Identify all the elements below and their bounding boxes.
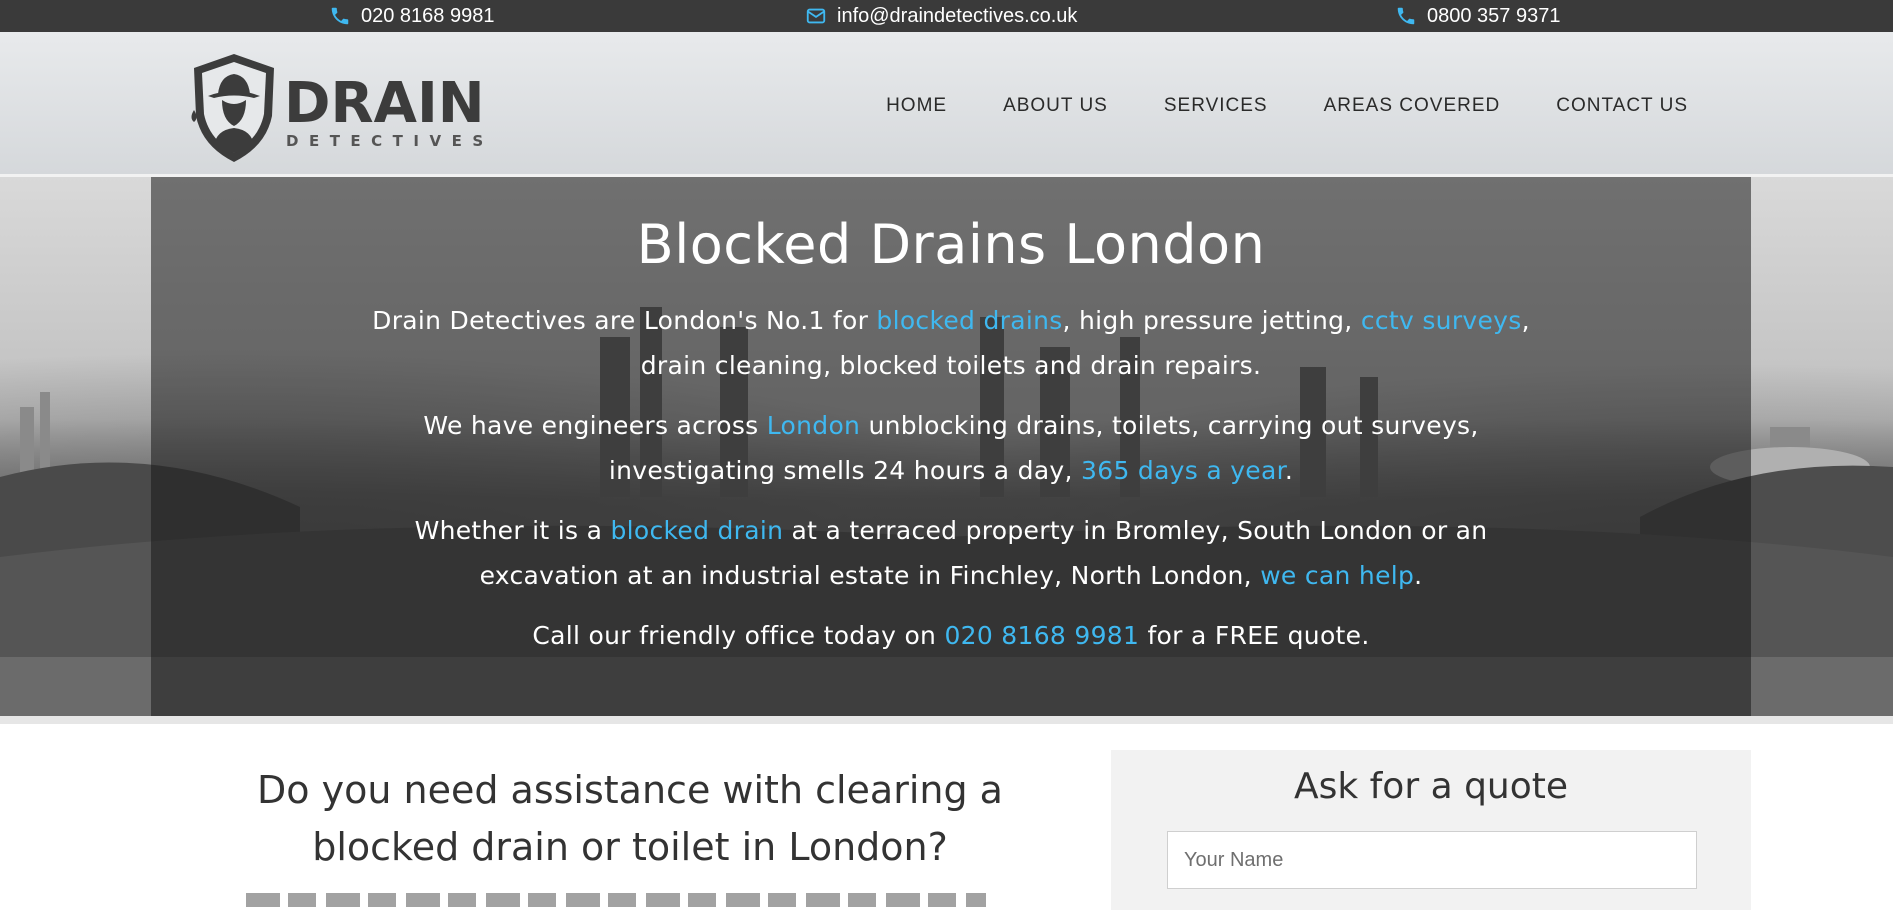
hero-paragraph-1: Drain Detectives are London's No.1 for b… bbox=[361, 298, 1541, 388]
hero-banner: Blocked Drains London Drain Detectives a… bbox=[0, 177, 1893, 716]
link-blocked-drains[interactable]: blocked drains bbox=[876, 306, 1062, 335]
hero-p4-text-2: for a FREE quote. bbox=[1139, 621, 1370, 650]
site-header: DRAIN DETECTIVES HOME ABOUT US SERVICES … bbox=[0, 32, 1893, 177]
hero-paragraph-3: Whether it is a blocked drain at a terra… bbox=[361, 508, 1541, 598]
hero-p1-text-1: Drain Detectives are London's No.1 for bbox=[372, 306, 877, 335]
topbar-freephone-text[interactable]: 0800 357 9371 bbox=[1427, 5, 1560, 28]
your-name-input[interactable] bbox=[1167, 831, 1697, 889]
link-we-can-help[interactable]: we can help bbox=[1260, 561, 1414, 590]
quote-form: Ask for a quote bbox=[1111, 750, 1751, 910]
topbar-email-link[interactable]: info@draindetectives.co.uk bbox=[805, 0, 1077, 32]
hero-paragraph-4: Call our friendly office today on 020 81… bbox=[361, 613, 1541, 658]
hero-p4-text-1: Call our friendly office today on bbox=[532, 621, 945, 650]
nav-about-us[interactable]: ABOUT US bbox=[1003, 95, 1108, 117]
hero-p2-text-1: We have engineers across bbox=[423, 411, 767, 440]
hero-content: Blocked Drains London Drain Detectives a… bbox=[151, 177, 1751, 673]
top-contact-bar: 020 8168 9981 info@draindetectives.co.uk… bbox=[0, 0, 1893, 32]
main-navigation: HOME ABOUT US SERVICES AREAS COVERED CON… bbox=[886, 95, 1688, 117]
hero-bottom-divider bbox=[0, 716, 1893, 724]
cropped-body-text bbox=[246, 893, 986, 907]
topbar-phone-link[interactable]: 020 8168 9981 bbox=[329, 0, 494, 32]
drain-detectives-logo[interactable]: DRAIN DETECTIVES bbox=[186, 50, 486, 166]
hero-paragraph-2: We have engineers across London unblocki… bbox=[361, 403, 1541, 493]
nav-contact-us[interactable]: CONTACT US bbox=[1556, 95, 1688, 117]
link-365-days[interactable]: 365 days a year bbox=[1081, 456, 1285, 485]
logo-word-drain: DRAIN bbox=[284, 71, 485, 136]
hero-p1-text-2: , high pressure jetting, bbox=[1062, 306, 1361, 335]
topbar-freephone-link[interactable]: 0800 357 9371 bbox=[1395, 0, 1560, 32]
phone-icon bbox=[1397, 7, 1415, 25]
link-blocked-drain[interactable]: blocked drain bbox=[610, 516, 783, 545]
quote-form-title: Ask for a quote bbox=[1293, 766, 1569, 807]
logo-word-detectives: DETECTIVES bbox=[286, 132, 486, 150]
nav-home[interactable]: HOME bbox=[886, 95, 947, 117]
link-cctv-surveys[interactable]: cctv surveys bbox=[1361, 306, 1522, 335]
nav-services[interactable]: SERVICES bbox=[1164, 95, 1268, 117]
nav-areas-covered[interactable]: AREAS COVERED bbox=[1324, 95, 1501, 117]
envelope-icon bbox=[806, 8, 826, 24]
assistance-heading: Do you need assistance with clearing a b… bbox=[257, 768, 1003, 869]
hero-p3-text-1: Whether it is a bbox=[414, 516, 611, 545]
topbar-phone-text[interactable]: 020 8168 9981 bbox=[361, 5, 494, 28]
link-london[interactable]: London bbox=[767, 411, 860, 440]
hero-p3-text-3: . bbox=[1414, 561, 1423, 590]
hero-title: Blocked Drains London bbox=[636, 213, 1266, 276]
link-office-phone[interactable]: 020 8168 9981 bbox=[944, 621, 1139, 650]
topbar-email-text[interactable]: info@draindetectives.co.uk bbox=[837, 5, 1077, 28]
phone-icon bbox=[331, 7, 349, 25]
hero-p2-text-3: . bbox=[1284, 456, 1294, 485]
